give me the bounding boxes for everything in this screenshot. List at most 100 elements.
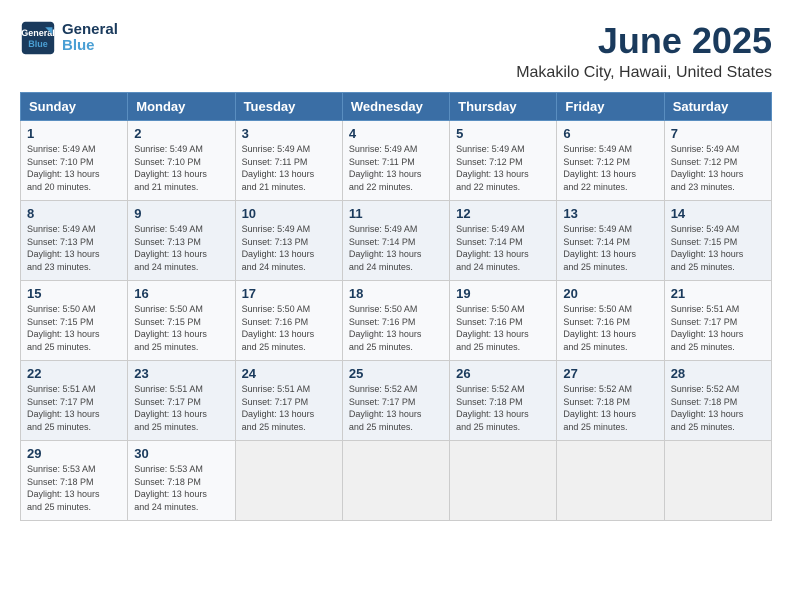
calendar-day-19: 19 Sunrise: 5:50 AM Sunset: 7:16 PM Dayli… — [450, 281, 557, 361]
day-number: 23 — [134, 366, 228, 381]
day-number: 30 — [134, 446, 228, 461]
calendar-day-empty — [664, 441, 771, 521]
day-info: Sunrise: 5:50 AM Sunset: 7:16 PM Dayligh… — [563, 303, 657, 353]
calendar-day-6: 6 Sunrise: 5:49 AM Sunset: 7:12 PM Daylig… — [557, 121, 664, 201]
calendar-day-9: 9 Sunrise: 5:49 AM Sunset: 7:13 PM Daylig… — [128, 201, 235, 281]
calendar-day-26: 26 Sunrise: 5:52 AM Sunset: 7:18 PM Dayli… — [450, 361, 557, 441]
day-number: 24 — [242, 366, 336, 381]
header: General Blue General Blue June 2025 Maka… — [20, 20, 772, 82]
calendar-day-24: 24 Sunrise: 5:51 AM Sunset: 7:17 PM Dayli… — [235, 361, 342, 441]
calendar-day-1: 1Sunrise: 5:49 AM Sunset: 7:10 PM Daylig… — [21, 121, 128, 201]
weekday-header-saturday: Saturday — [664, 93, 771, 121]
day-number: 28 — [671, 366, 765, 381]
day-info: Sunrise: 5:50 AM Sunset: 7:16 PM Dayligh… — [349, 303, 443, 353]
calendar-day-27: 27 Sunrise: 5:52 AM Sunset: 7:18 PM Dayli… — [557, 361, 664, 441]
title-area: June 2025 Makakilo City, Hawaii, United … — [516, 20, 772, 82]
calendar-day-22: 22 Sunrise: 5:51 AM Sunset: 7:17 PM Dayli… — [21, 361, 128, 441]
day-number: 9 — [134, 206, 228, 221]
weekday-header-tuesday: Tuesday — [235, 93, 342, 121]
calendar-week-row: 1Sunrise: 5:49 AM Sunset: 7:10 PM Daylig… — [21, 121, 772, 201]
calendar-day-25: 25 Sunrise: 5:52 AM Sunset: 7:17 PM Dayli… — [342, 361, 449, 441]
day-number: 21 — [671, 286, 765, 301]
day-number: 14 — [671, 206, 765, 221]
calendar-day-21: 21 Sunrise: 5:51 AM Sunset: 7:17 PM Dayli… — [664, 281, 771, 361]
calendar-day-14: 14 Sunrise: 5:49 AM Sunset: 7:15 PM Dayli… — [664, 201, 771, 281]
day-number: 15 — [27, 286, 121, 301]
day-info: Sunrise: 5:51 AM Sunset: 7:17 PM Dayligh… — [242, 383, 336, 433]
weekday-header-wednesday: Wednesday — [342, 93, 449, 121]
day-info: Sunrise: 5:52 AM Sunset: 7:18 PM Dayligh… — [456, 383, 550, 433]
calendar-day-3: 3Sunrise: 5:49 AM Sunset: 7:11 PM Daylig… — [235, 121, 342, 201]
calendar-day-29: 29Sunrise: 5:53 AM Sunset: 7:18 PM Dayli… — [21, 441, 128, 521]
day-number: 26 — [456, 366, 550, 381]
day-number: 5 — [456, 126, 550, 141]
day-info: Sunrise: 5:50 AM Sunset: 7:15 PM Dayligh… — [134, 303, 228, 353]
day-info: Sunrise: 5:49 AM Sunset: 7:12 PM Dayligh… — [456, 143, 550, 193]
calendar-day-20: 20 Sunrise: 5:50 AM Sunset: 7:16 PM Dayli… — [557, 281, 664, 361]
calendar-day-7: 7Sunrise: 5:49 AM Sunset: 7:12 PM Daylig… — [664, 121, 771, 201]
day-number: 13 — [563, 206, 657, 221]
calendar-table: SundayMondayTuesdayWednesdayThursdayFrid… — [20, 92, 772, 521]
calendar-day-empty — [450, 441, 557, 521]
day-number: 8 — [27, 206, 121, 221]
day-info: Sunrise: 5:53 AM Sunset: 7:18 PM Dayligh… — [134, 463, 228, 513]
day-info: Sunrise: 5:51 AM Sunset: 7:17 PM Dayligh… — [134, 383, 228, 433]
weekday-header-thursday: Thursday — [450, 93, 557, 121]
day-number: 12 — [456, 206, 550, 221]
calendar-day-8: 8 Sunrise: 5:49 AM Sunset: 7:13 PM Daylig… — [21, 201, 128, 281]
calendar-day-10: 10Sunrise: 5:49 AM Sunset: 7:13 PM Dayli… — [235, 201, 342, 281]
calendar-day-empty — [342, 441, 449, 521]
day-info: Sunrise: 5:52 AM Sunset: 7:17 PM Dayligh… — [349, 383, 443, 433]
weekday-header-friday: Friday — [557, 93, 664, 121]
calendar-day-5: 5 Sunrise: 5:49 AM Sunset: 7:12 PM Daylig… — [450, 121, 557, 201]
day-number: 2 — [134, 126, 228, 141]
day-info: Sunrise: 5:51 AM Sunset: 7:17 PM Dayligh… — [671, 303, 765, 353]
weekday-header-sunday: Sunday — [21, 93, 128, 121]
day-info: Sunrise: 5:49 AM Sunset: 7:13 PM Dayligh… — [27, 223, 121, 273]
calendar-day-23: 23 Sunrise: 5:51 AM Sunset: 7:17 PM Dayli… — [128, 361, 235, 441]
day-number: 7 — [671, 126, 765, 141]
day-info: Sunrise: 5:50 AM Sunset: 7:16 PM Dayligh… — [456, 303, 550, 353]
calendar-title: June 2025 — [516, 20, 772, 62]
calendar-day-empty — [235, 441, 342, 521]
calendar-day-empty — [557, 441, 664, 521]
day-number: 4 — [349, 126, 443, 141]
calendar-day-4: 4Sunrise: 5:49 AM Sunset: 7:11 PM Daylig… — [342, 121, 449, 201]
day-number: 22 — [27, 366, 121, 381]
day-info: Sunrise: 5:49 AM Sunset: 7:13 PM Dayligh… — [134, 223, 228, 273]
day-info: Sunrise: 5:50 AM Sunset: 7:15 PM Dayligh… — [27, 303, 121, 353]
day-info: Sunrise: 5:49 AM Sunset: 7:14 PM Dayligh… — [349, 223, 443, 273]
calendar-week-row: 15 Sunrise: 5:50 AM Sunset: 7:15 PM Dayli… — [21, 281, 772, 361]
day-number: 3 — [242, 126, 336, 141]
day-info: Sunrise: 5:49 AM Sunset: 7:13 PM Dayligh… — [242, 223, 336, 273]
day-info: Sunrise: 5:49 AM Sunset: 7:12 PM Dayligh… — [563, 143, 657, 193]
weekday-header-monday: Monday — [128, 93, 235, 121]
calendar-day-16: 16 Sunrise: 5:50 AM Sunset: 7:15 PM Dayli… — [128, 281, 235, 361]
logo-wordmark: General Blue — [62, 22, 118, 55]
day-info: Sunrise: 5:52 AM Sunset: 7:18 PM Dayligh… — [671, 383, 765, 433]
day-number: 27 — [563, 366, 657, 381]
logo: General Blue General Blue — [20, 20, 118, 56]
day-number: 20 — [563, 286, 657, 301]
day-info: Sunrise: 5:49 AM Sunset: 7:14 PM Dayligh… — [456, 223, 550, 273]
day-info: Sunrise: 5:50 AM Sunset: 7:16 PM Dayligh… — [242, 303, 336, 353]
day-number: 1 — [27, 126, 121, 141]
calendar-day-17: 17 Sunrise: 5:50 AM Sunset: 7:16 PM Dayli… — [235, 281, 342, 361]
day-info: Sunrise: 5:52 AM Sunset: 7:18 PM Dayligh… — [563, 383, 657, 433]
day-number: 17 — [242, 286, 336, 301]
calendar-day-18: 18 Sunrise: 5:50 AM Sunset: 7:16 PM Dayli… — [342, 281, 449, 361]
day-number: 18 — [349, 286, 443, 301]
calendar-day-13: 13Sunrise: 5:49 AM Sunset: 7:14 PM Dayli… — [557, 201, 664, 281]
calendar-week-row: 29Sunrise: 5:53 AM Sunset: 7:18 PM Dayli… — [21, 441, 772, 521]
day-info: Sunrise: 5:51 AM Sunset: 7:17 PM Dayligh… — [27, 383, 121, 433]
day-info: Sunrise: 5:49 AM Sunset: 7:15 PM Dayligh… — [671, 223, 765, 273]
weekday-header-row: SundayMondayTuesdayWednesdayThursdayFrid… — [21, 93, 772, 121]
day-number: 19 — [456, 286, 550, 301]
day-number: 25 — [349, 366, 443, 381]
logo-text-blue: Blue — [62, 38, 118, 55]
day-number: 6 — [563, 126, 657, 141]
day-number: 11 — [349, 206, 443, 221]
svg-text:Blue: Blue — [28, 39, 48, 49]
calendar-day-28: 28 Sunrise: 5:52 AM Sunset: 7:18 PM Dayli… — [664, 361, 771, 441]
day-number: 16 — [134, 286, 228, 301]
